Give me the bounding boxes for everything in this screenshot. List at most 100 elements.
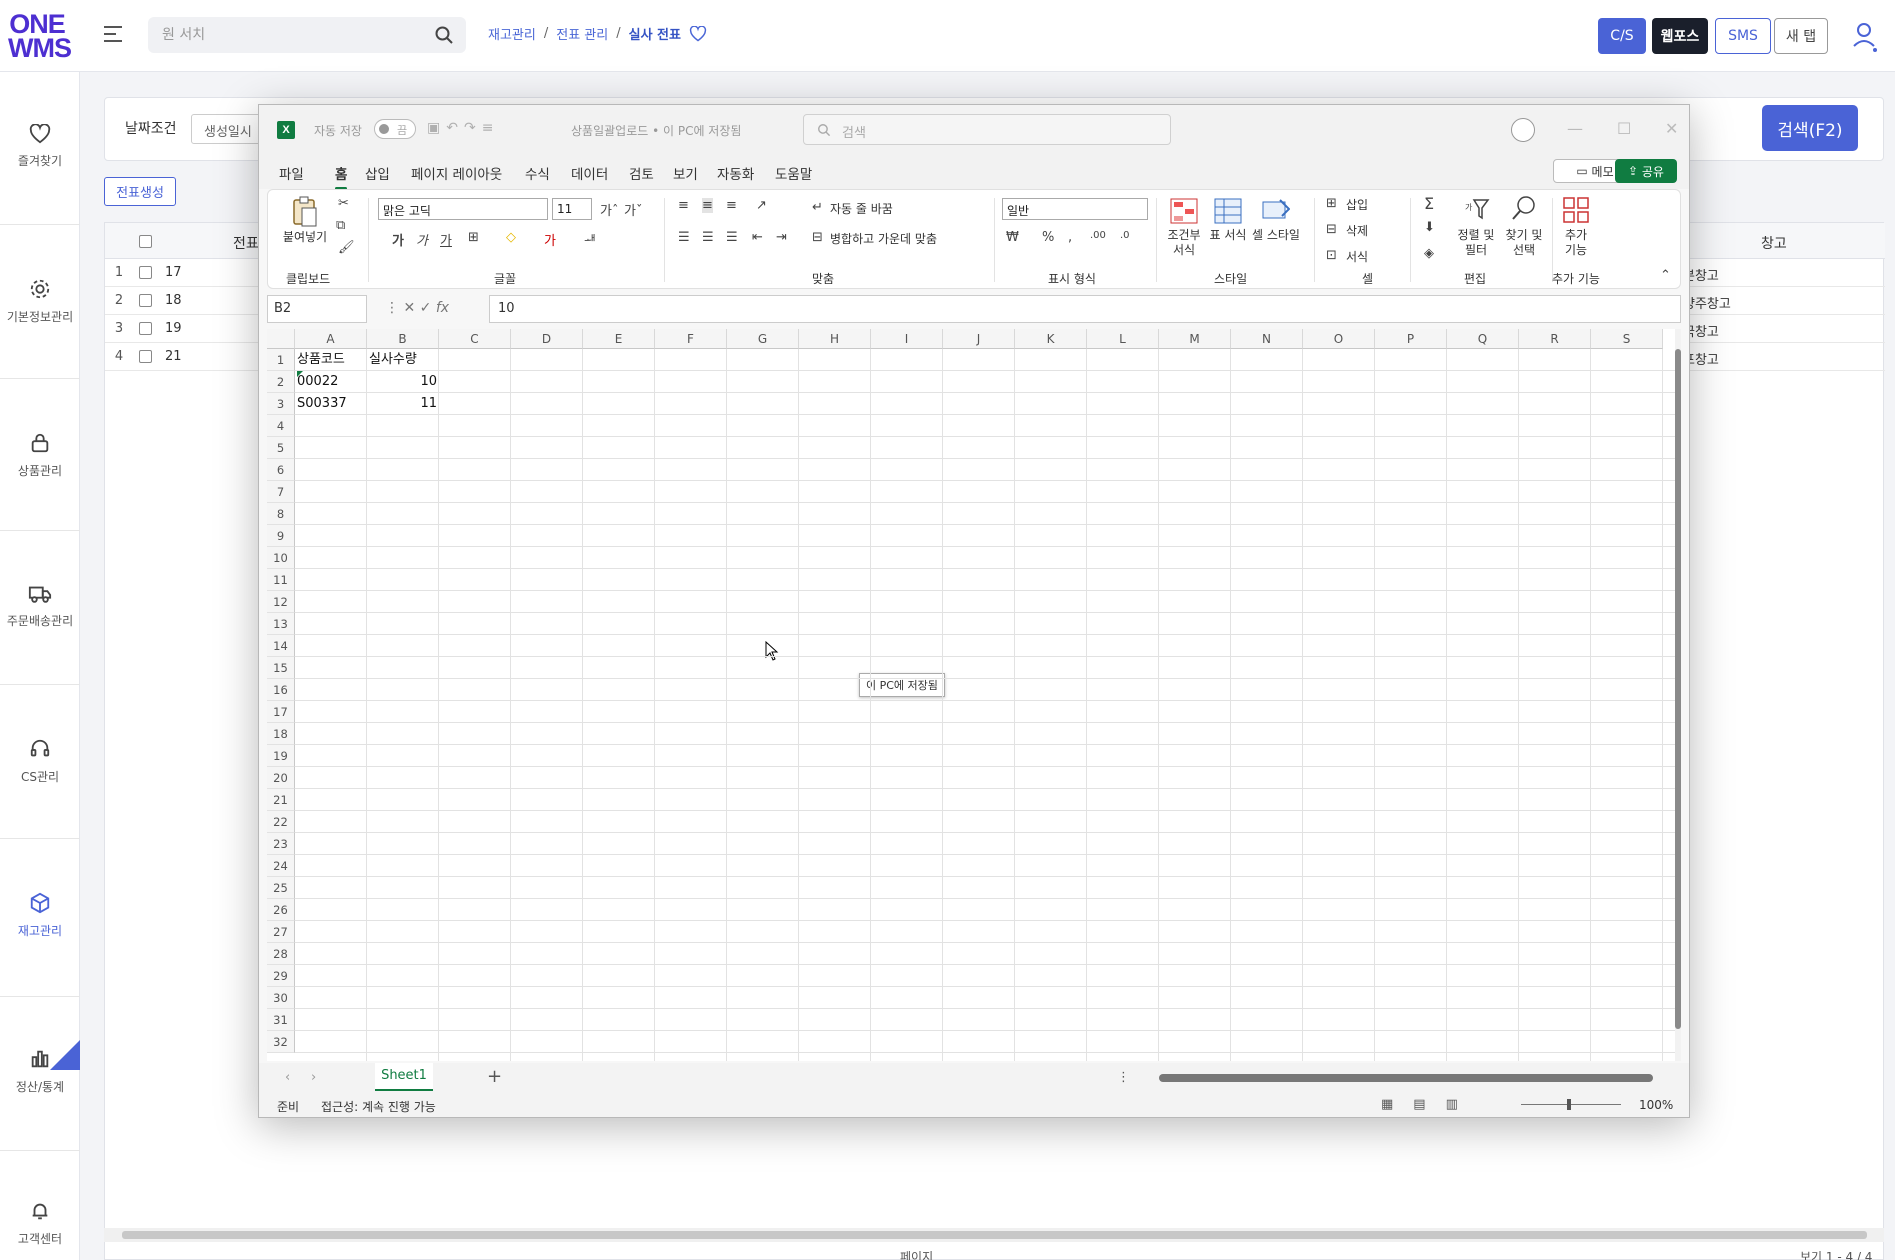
copy-icon[interactable]: ⧉: [336, 218, 345, 233]
add-ins-button[interactable]: 추가 기능: [1558, 228, 1594, 258]
row-checkbox[interactable]: [139, 322, 152, 335]
add-sheet-icon[interactable]: +: [487, 1066, 502, 1087]
italic-icon[interactable]: 가: [416, 230, 428, 249]
row-header[interactable]: 25: [267, 877, 295, 899]
sheet-vertical-scrollbar[interactable]: [1675, 329, 1681, 1061]
column-header[interactable]: S: [1591, 329, 1663, 349]
cell-A3[interactable]: S00337: [295, 393, 367, 415]
row-header[interactable]: 19: [267, 745, 295, 767]
row-checkbox[interactable]: [139, 294, 152, 307]
cell-A2[interactable]: 00022: [295, 371, 367, 393]
scrollbar-thumb[interactable]: [122, 1231, 1867, 1239]
menu-formulas[interactable]: 수식: [525, 163, 550, 183]
row-header[interactable]: 7: [267, 481, 295, 503]
cell-A1[interactable]: 상품코드: [295, 349, 367, 371]
format-painter-icon[interactable]: 🖌: [338, 240, 355, 255]
decrease-font-icon[interactable]: 가ˇ: [624, 200, 642, 219]
row-header[interactable]: 31: [267, 1009, 295, 1031]
orientation-icon[interactable]: ↗: [756, 198, 767, 213]
column-header[interactable]: A: [295, 329, 367, 349]
conditional-format-button[interactable]: 조건부 서식: [1162, 228, 1206, 258]
account-avatar-icon[interactable]: [1511, 118, 1535, 142]
menu-view[interactable]: 보기: [673, 163, 698, 183]
sort-filter-button[interactable]: 정렬 및 필터: [1454, 228, 1498, 258]
row-header[interactable]: 23: [267, 833, 295, 855]
grid-horizontal-scrollbar[interactable]: [104, 1228, 1884, 1242]
row-header[interactable]: 30: [267, 987, 295, 1009]
breadcrumb-item-slip[interactable]: 전표 관리: [556, 24, 608, 43]
cs-button[interactable]: C/S: [1598, 18, 1646, 54]
row-header[interactable]: 3: [267, 393, 295, 415]
column-header[interactable]: B: [367, 329, 439, 349]
grid-header-slip[interactable]: 전표: [233, 233, 259, 253]
format-cells-button[interactable]: 서식: [1346, 250, 1368, 265]
increase-font-icon[interactable]: 가ˆ: [600, 200, 618, 219]
new-tab-button[interactable]: 새 탭: [1774, 18, 1828, 54]
column-header[interactable]: N: [1231, 329, 1303, 349]
cell-B1[interactable]: 실사수량: [367, 349, 439, 371]
document-title[interactable]: 상품일괄업로드 • 이 PC에 저장됨: [571, 122, 741, 139]
row-header[interactable]: 10: [267, 547, 295, 569]
menu-page-layout[interactable]: 페이지 레이아웃: [411, 163, 502, 183]
font-size-combo[interactable]: 11: [552, 198, 592, 220]
column-header[interactable]: I: [871, 329, 943, 349]
scrollbar-thumb[interactable]: [1159, 1074, 1653, 1082]
scrollbar-thumb[interactable]: [1675, 349, 1681, 1029]
cell-styles-button[interactable]: 셀 스타일: [1252, 228, 1300, 243]
quick-access-icons[interactable]: ▣↶↷≡: [427, 120, 499, 136]
one-wms-logo[interactable]: ONE WMS: [8, 11, 72, 62]
paste-button[interactable]: 붙여넣기: [280, 230, 330, 245]
row-header[interactable]: 1: [267, 349, 295, 371]
sheet-horizontal-scrollbar[interactable]: [1139, 1073, 1659, 1083]
insert-cells-button[interactable]: 삽입: [1346, 198, 1368, 213]
paste-icon[interactable]: [290, 196, 320, 228]
decrease-indent-icon[interactable]: ⇤: [752, 230, 763, 245]
cell-B3[interactable]: 11: [367, 393, 439, 415]
sheet-tab-sheet1[interactable]: Sheet1: [375, 1063, 433, 1091]
row-header[interactable]: 15: [267, 657, 295, 679]
wrap-text-button[interactable]: 자동 줄 바꿈: [830, 202, 893, 217]
find-select-button[interactable]: 찾기 및 선택: [1502, 228, 1546, 258]
number-format-combo[interactable]: 일반: [1002, 198, 1148, 220]
row-header[interactable]: 22: [267, 811, 295, 833]
increase-indent-icon[interactable]: ⇥: [776, 230, 787, 245]
bold-icon[interactable]: 가: [392, 230, 404, 249]
menu-insert[interactable]: 삽입: [365, 163, 390, 183]
row-header[interactable]: 21: [267, 789, 295, 811]
align-center-icon[interactable]: ☰: [702, 230, 714, 245]
close-icon[interactable]: ✕: [1665, 119, 1678, 138]
formula-bar-icons[interactable]: ⋮ ✕ ✓ fx: [385, 300, 449, 316]
zoom-slider[interactable]: [1521, 1099, 1621, 1110]
column-header[interactable]: M: [1159, 329, 1231, 349]
one-search-input[interactable]: [148, 17, 418, 53]
row-checkbox[interactable]: [139, 266, 152, 279]
font-name-combo[interactable]: 맑은 고딕: [378, 198, 548, 220]
view-mode-icons[interactable]: ▦▤▥: [1381, 1097, 1478, 1112]
menu-home[interactable]: 홈: [335, 163, 348, 190]
row-header[interactable]: 12: [267, 591, 295, 613]
row-header[interactable]: 29: [267, 965, 295, 987]
column-header[interactable]: D: [511, 329, 583, 349]
select-all-corner[interactable]: [267, 329, 295, 349]
delete-cells-button[interactable]: 삭제: [1346, 224, 1368, 239]
breadcrumb-item-inventory[interactable]: 재고관리: [488, 24, 536, 43]
menu-toggle-icon[interactable]: [104, 26, 122, 46]
row-header[interactable]: 4: [267, 415, 295, 437]
underline-icon[interactable]: 가: [440, 230, 452, 249]
row-checkbox[interactable]: [139, 350, 152, 363]
row-header[interactable]: 32: [267, 1031, 295, 1053]
row-header[interactable]: 6: [267, 459, 295, 481]
webpos-button[interactable]: 웹포스: [1652, 18, 1708, 54]
menu-automate[interactable]: 자동화: [717, 163, 754, 183]
menu-file[interactable]: 파일: [279, 163, 304, 183]
align-left-icon[interactable]: ☰: [678, 230, 690, 245]
wrap-text-icon[interactable]: ↵: [812, 200, 823, 215]
sidebar-item-settlement[interactable]: 정산/통계: [0, 1048, 80, 1095]
clear-icon[interactable]: ◈: [1424, 246, 1434, 261]
column-header[interactable]: Q: [1447, 329, 1519, 349]
spreadsheet-grid[interactable]: 이 PC에 저장됨 A B C D E F G H I J K L M N O P Q R S 1 2 3 4 5 6 7 8 9 10…: [267, 329, 1681, 1061]
sidebar-item-basic-info[interactable]: 기본정보관리: [0, 278, 80, 325]
autosum-icon[interactable]: Σ: [1424, 194, 1434, 213]
sidebar-item-orders[interactable]: 주문배송관리: [0, 584, 80, 629]
collapse-ribbon-icon[interactable]: ⌃: [1660, 268, 1671, 283]
